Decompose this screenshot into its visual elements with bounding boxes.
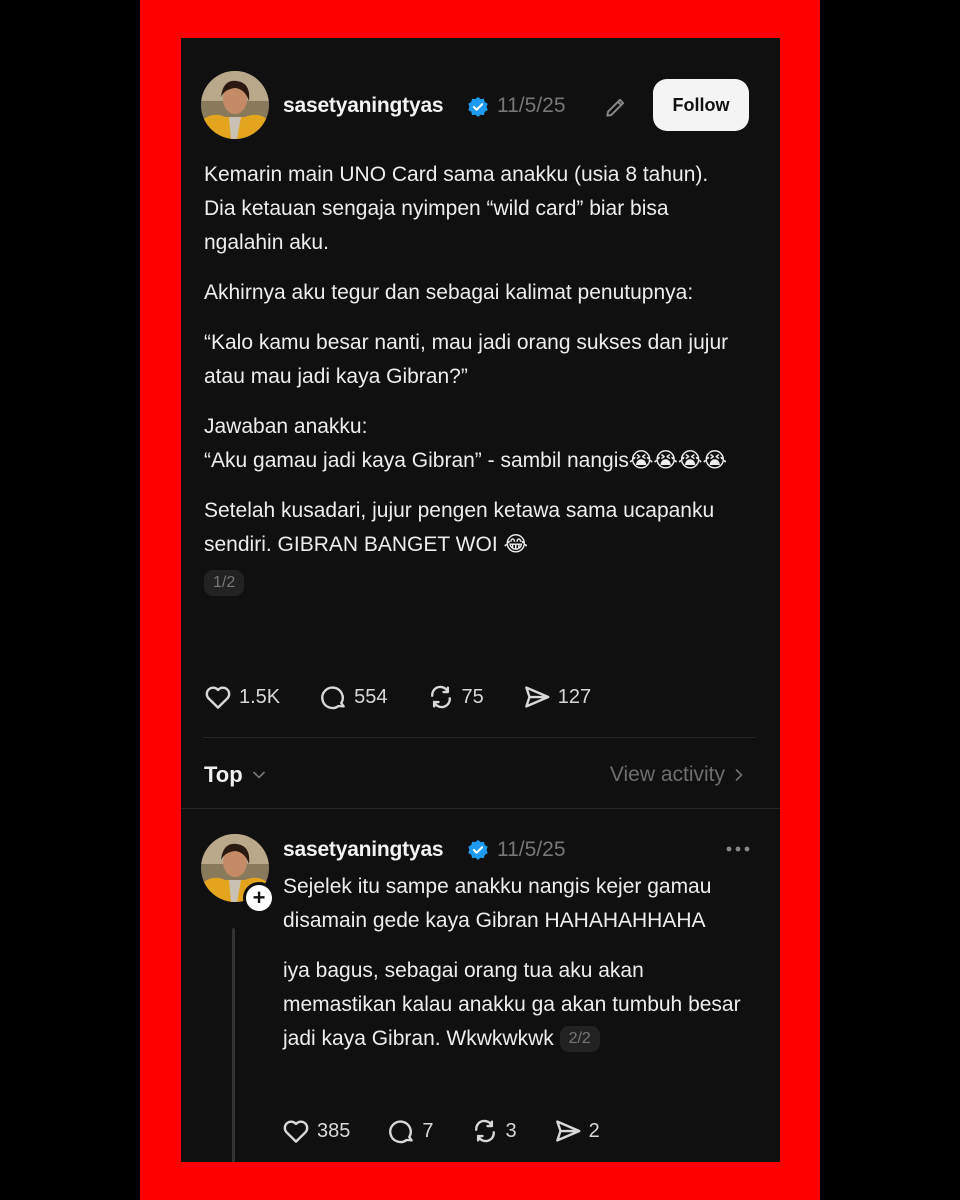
thread-line [232, 928, 235, 1162]
post-timestamp: 11/5/25 [497, 94, 566, 117]
post-paragraph: Jawaban anakku: [204, 415, 368, 438]
like-count: 1.5K [239, 685, 281, 708]
sort-dropdown[interactable]: Top [204, 762, 269, 788]
page-indicator-badge: 1/2 [204, 570, 245, 597]
post-paragraph: Setelah kusadari, jujur pengen ketawa sa… [204, 499, 715, 556]
divider [181, 808, 780, 809]
repost-count: 75 [461, 685, 484, 708]
reply-share-button[interactable]: 2 [553, 1116, 600, 1146]
share-count: 127 [557, 685, 592, 708]
heart-icon [283, 1120, 309, 1143]
reply-timestamp: 11/5/25 [497, 838, 566, 861]
reply-repost-count: 3 [505, 1119, 517, 1142]
divider [203, 737, 756, 738]
comment-bubble-icon [321, 686, 345, 710]
verified-badge-icon [468, 839, 488, 860]
more-options-icon[interactable] [724, 841, 752, 857]
reply-actions: 385 7 3 2 [281, 1116, 600, 1146]
chevron-right-icon [735, 769, 743, 781]
post-actions: 1.5K 554 75 127 [203, 682, 591, 712]
share-button[interactable]: 127 [522, 682, 591, 712]
repost-button[interactable]: 75 [426, 682, 484, 712]
edited-pencil-icon [606, 98, 625, 117]
follow-plus-icon[interactable]: + [243, 882, 275, 914]
author-avatar[interactable] [201, 71, 269, 139]
reply-share-count: 2 [588, 1119, 600, 1142]
repost-icon [474, 1119, 495, 1143]
reply-like-count: 385 [317, 1119, 351, 1142]
reply-paragraph-text: iya bagus, sebagai orang tua aku akan me… [283, 959, 741, 1050]
share-send-icon [555, 1120, 581, 1142]
comment-count: 554 [354, 685, 388, 708]
reply-paragraph: iya bagus, sebagai orang tua aku akan me… [283, 954, 753, 1056]
post-paragraph: Akhirnya aku tegur dan sebagai kalimat p… [204, 281, 694, 304]
view-activity-link[interactable]: View activity [610, 763, 749, 787]
comment-button[interactable]: 554 [318, 682, 388, 712]
threads-screenshot: sasetyaningtyas 11/5/25 Follow Kemarin m… [181, 38, 780, 1162]
author-username[interactable]: sasetyaningtyas [283, 94, 444, 118]
post-body: Kemarin main UNO Card sama anakku (usia … [204, 158, 734, 600]
post-paragraph: Kemarin main UNO Card sama anakku (usia … [204, 163, 709, 254]
comment-bubble-icon [389, 1120, 414, 1144]
repost-icon [430, 685, 451, 709]
heart-icon [205, 686, 231, 709]
reply-comment-button[interactable]: 7 [386, 1116, 434, 1146]
reply-comment-count: 7 [422, 1119, 434, 1142]
like-button[interactable]: 1.5K [203, 682, 280, 712]
post-paragraph: “Aku gamau jadi kaya Gibran” - sambil na… [204, 449, 728, 472]
follow-button[interactable]: Follow [653, 79, 749, 131]
reply-repost-button[interactable]: 3 [470, 1116, 517, 1146]
chevron-down-icon [252, 771, 265, 779]
sort-label: Top [204, 762, 243, 787]
page-indicator-badge: 2/2 [559, 1026, 600, 1053]
reply-like-button[interactable]: 385 [281, 1116, 350, 1146]
reply-body: Sejelek itu sampe anakku nangis kejer ga… [283, 870, 753, 1056]
reply-author-username[interactable]: sasetyaningtyas [283, 838, 444, 862]
verified-badge-icon [468, 96, 488, 117]
view-activity-label: View activity [609, 763, 725, 786]
share-send-icon [524, 686, 550, 708]
post-paragraph: “Kalo kamu besar nanti, mau jadi orang s… [204, 331, 729, 388]
replies-sort-row: Top View activity [204, 757, 749, 793]
reply-paragraph: Sejelek itu sampe anakku nangis kejer ga… [283, 875, 712, 932]
